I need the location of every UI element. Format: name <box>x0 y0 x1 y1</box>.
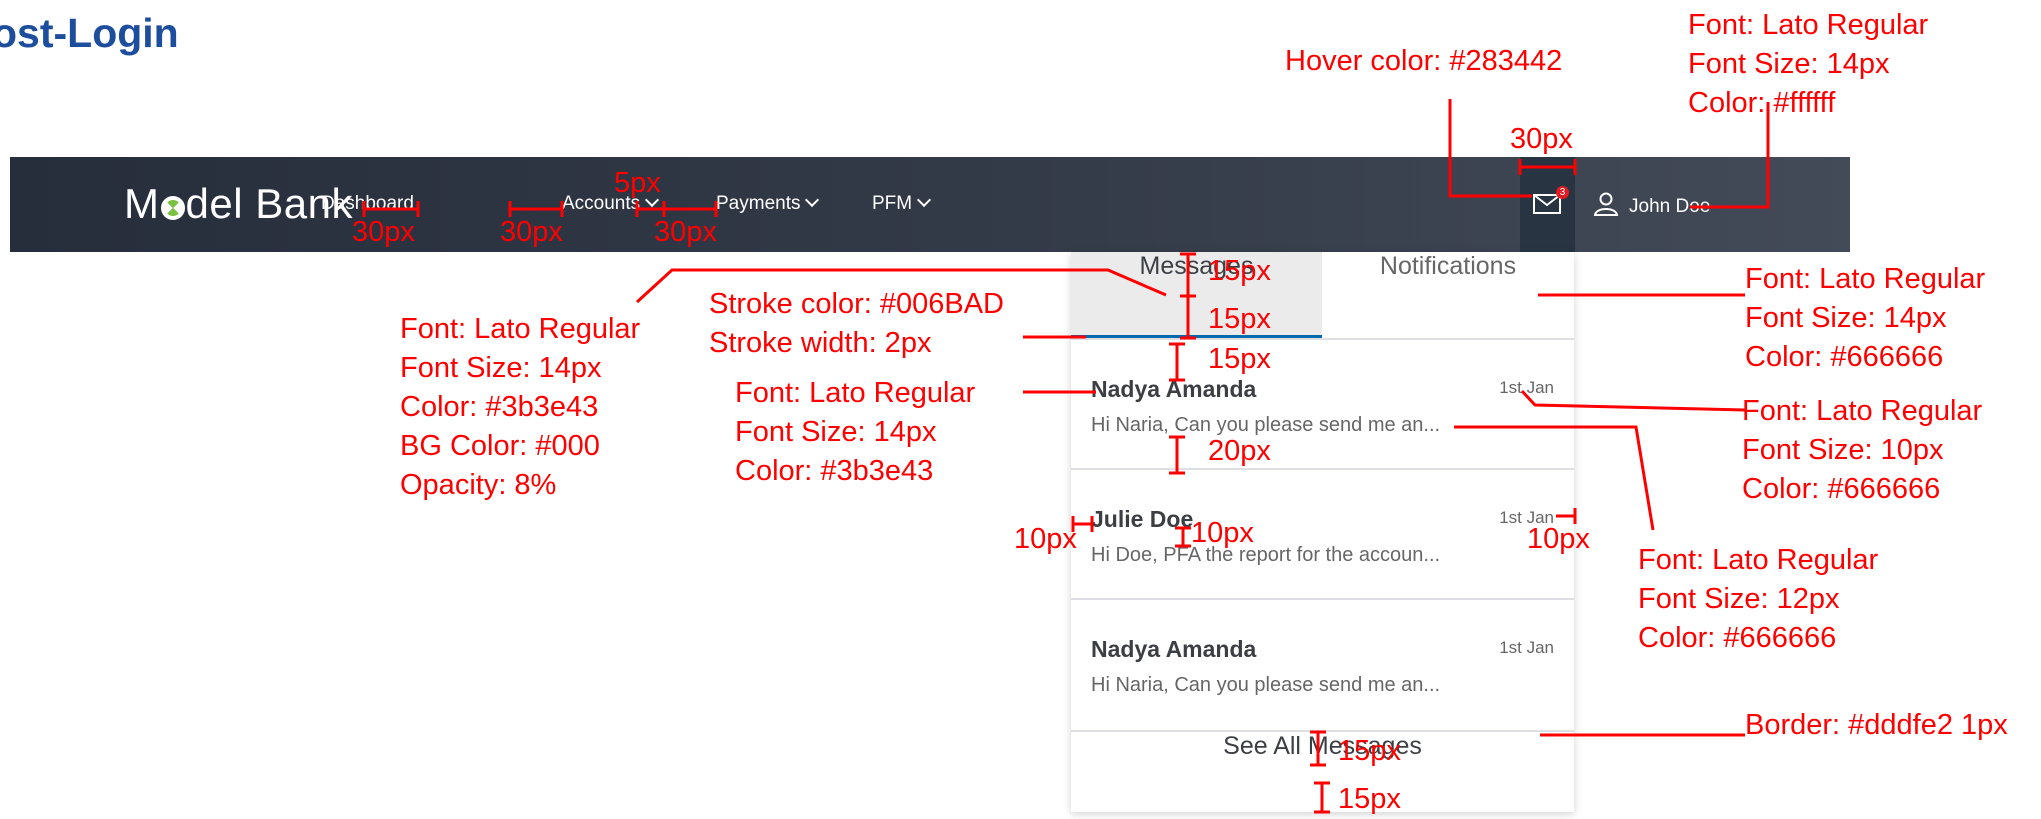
user-name: John Doe <box>1629 196 1711 217</box>
annotation-row-padding-right: 10px <box>1527 523 1590 555</box>
nav-payments[interactable]: Payments <box>716 192 820 215</box>
message-sender: Julie Doe <box>1091 506 1194 532</box>
annotation-row-line-gap: 10px <box>1191 517 1254 549</box>
annotation-footer-padding-bottom: 15px <box>1338 783 1401 815</box>
message-item[interactable]: Nadya Amanda 1st Jan Hi Naria, Can you p… <box>1071 598 1574 725</box>
messages-count-badge: 3 <box>1556 186 1569 199</box>
message-preview: Hi Naria, Can you please send me an... <box>1091 674 1441 696</box>
annotation-row-padding-bottom: 20px <box>1208 435 1271 467</box>
annotation-row-padding-top: 15px <box>1208 343 1271 375</box>
nav-dashboard[interactable]: Dashboard <box>321 193 414 215</box>
annotation-chevron-gap: 5px <box>614 167 661 199</box>
messages-button[interactable]: 3 <box>1520 157 1575 252</box>
annotation-row-padding-left: 10px <box>1014 523 1077 555</box>
annotation-stroke-spec: Stroke color: #006BAD Stroke width: 2px <box>709 288 1004 359</box>
tab-notifications[interactable]: Notifications <box>1322 252 1574 338</box>
nav-payments-label: Payments <box>716 193 801 214</box>
user-icon <box>1593 192 1619 216</box>
nav-dashboard-label: Dashboard <box>321 193 414 214</box>
annotation-nav-gap: 30px <box>654 216 717 248</box>
annotation-tab-padding-top: 15px <box>1208 255 1271 287</box>
annotation-msg-width: 30px <box>1510 123 1573 155</box>
annotation-user-spec: Font: Lato Regular Font Size: 14px Color: … <box>1688 9 1929 119</box>
tab-messages[interactable]: Messages <box>1071 252 1322 338</box>
message-date: 1st Jan <box>1499 378 1554 397</box>
chevron-down-icon <box>805 192 820 208</box>
nav-pfm[interactable]: PFM <box>872 192 932 215</box>
message-sender: Nadya Amanda <box>1091 636 1257 662</box>
annotation-sender-spec: Font: Lato Regular Font Size: 14px Color: … <box>735 377 976 487</box>
annotation-tab-spec: Font: Lato Regular Font Size: 14px Color: … <box>400 313 641 501</box>
tab-notifications-label: Notifications <box>1379 252 1517 280</box>
message-preview: Hi Doe, PFA the report for the accoun... <box>1091 544 1441 566</box>
envelope-icon <box>1533 194 1561 214</box>
annotation-preview-spec: Font: Lato Regular Font Size: 12px Color: … <box>1638 544 1879 654</box>
page-title: ost-Login <box>0 10 179 56</box>
message-item[interactable]: Julie Doe 1st Jan Hi Doe, PFA the report… <box>1071 468 1574 595</box>
annotation-hover-color: Hover color: #283442 <box>1285 45 1563 77</box>
chevron-down-icon <box>917 192 932 208</box>
annotation-nav-gap: 30px <box>352 216 415 248</box>
annotation-footer-padding-top: 15px <box>1338 735 1401 767</box>
message-item[interactable]: Nadya Amanda 1st Jan Hi Naria, Can you p… <box>1071 338 1574 465</box>
brand-logo[interactable]: Mdel Bank <box>124 180 353 228</box>
nav-pfm-label: PFM <box>872 193 913 214</box>
annotation-tab-padding-bottom: 15px <box>1208 303 1271 335</box>
message-sender: Nadya Amanda <box>1091 376 1257 402</box>
brand-logo-icon <box>160 196 185 220</box>
user-menu[interactable]: John Doe <box>1593 192 1710 218</box>
messages-dropdown: Messages Notifications Nadya Amanda 1st … <box>1071 252 1574 812</box>
annotation-notifications-spec: Font: Lato Regular Font Size: 14px Color: … <box>1745 263 1986 373</box>
brand-text-start: M <box>124 180 160 227</box>
top-navbar: Mdel Bank Dashboard Accounts Payments PF… <box>10 157 1850 252</box>
annotation-date-spec: Font: Lato Regular Font Size: 10px Color: … <box>1742 395 1983 505</box>
message-date: 1st Jan <box>1499 638 1554 657</box>
annotation-nav-gap: 30px <box>500 216 563 248</box>
see-all-messages-button[interactable]: See All Messages <box>1071 730 1574 812</box>
annotation-border-spec: Border: #dddfe2 1px <box>1745 709 2008 741</box>
